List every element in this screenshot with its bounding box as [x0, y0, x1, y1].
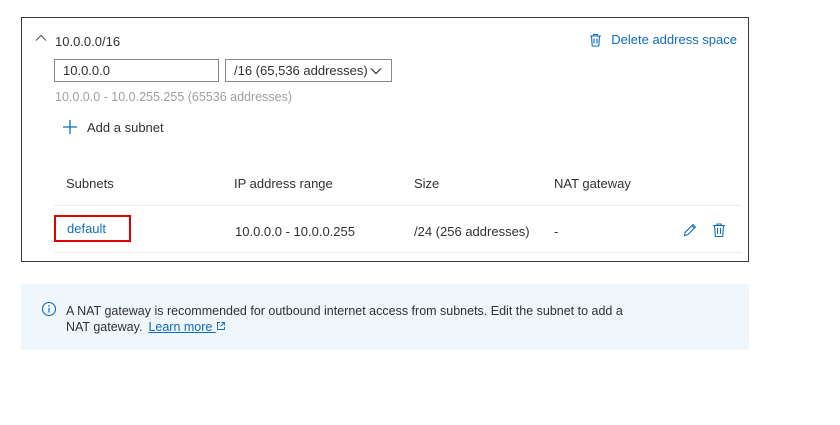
column-header-size: Size	[414, 176, 440, 191]
plus-icon	[63, 120, 77, 134]
pencil-icon	[683, 223, 697, 237]
prefix-size-dropdown[interactable]: /16 (65,536 addresses)	[225, 59, 392, 82]
external-link-icon	[216, 322, 225, 330]
address-space-card: 10.0.0.0/16 Delete address space /16 (65…	[21, 17, 749, 262]
header-divider	[54, 205, 742, 206]
column-header-subnets: Subnets	[66, 176, 114, 191]
subnet-ip-range: 10.0.0.0 - 10.0.0.255	[235, 224, 355, 239]
subnet-nat-gateway: -	[554, 224, 559, 239]
edit-subnet-button[interactable]	[682, 222, 698, 238]
address-space-title: 10.0.0.0/16	[55, 34, 121, 49]
row-divider	[54, 252, 742, 253]
learn-more-link[interactable]: Learn more	[148, 320, 225, 334]
delete-subnet-button[interactable]	[712, 222, 728, 238]
add-subnet-label: Add a subnet	[87, 119, 164, 135]
subnet-size: /24 (256 addresses)	[414, 224, 530, 239]
column-header-nat-gateway: NAT gateway	[554, 176, 631, 191]
column-header-ip-range: IP address range	[234, 176, 333, 191]
prefix-size-value: /16 (65,536 addresses)	[234, 63, 368, 78]
address-range-hint: 10.0.0.0 - 10.0.255.255 (65536 addresses…	[55, 90, 292, 104]
address-input[interactable]	[54, 59, 219, 82]
add-subnet-button[interactable]: Add a subnet	[62, 119, 164, 135]
learn-more-label: Learn more	[148, 320, 213, 334]
subnet-name-link[interactable]: default	[54, 215, 131, 242]
delete-address-space-button[interactable]: Delete address space	[589, 32, 737, 47]
info-message: A NAT gateway is recommended for outboun…	[66, 303, 646, 335]
chevron-down-icon	[370, 67, 382, 74]
info-icon	[41, 301, 57, 317]
delete-address-space-label: Delete address space	[611, 32, 737, 47]
trash-icon	[713, 223, 725, 238]
info-message-bar: A NAT gateway is recommended for outboun…	[21, 284, 749, 350]
chevron-up-icon[interactable]	[34, 31, 48, 45]
subnet-name-label: default	[67, 221, 107, 236]
trash-icon	[590, 33, 602, 47]
